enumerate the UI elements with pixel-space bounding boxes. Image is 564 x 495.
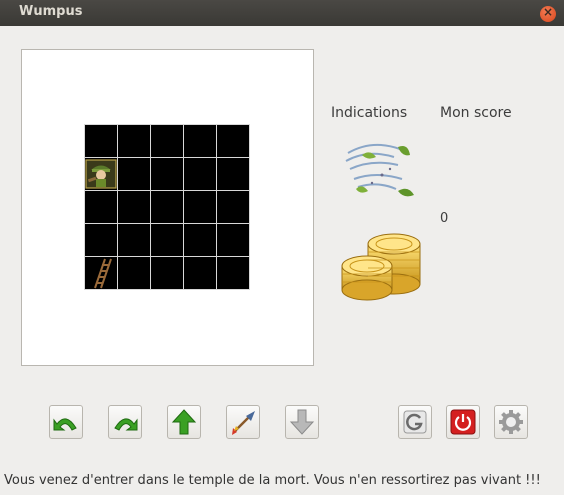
grid-cell[interactable]: [117, 223, 151, 257]
grid-cell[interactable]: [84, 190, 118, 224]
grid-cell[interactable]: [150, 190, 184, 224]
gold-coins-icon: [341, 233, 421, 301]
shoot-arrow-button[interactable]: [226, 405, 260, 439]
grid-cell[interactable]: [216, 223, 250, 257]
turn-right-button[interactable]: [108, 405, 142, 439]
grid-cell[interactable]: [150, 256, 184, 290]
score-value: 0: [440, 211, 449, 226]
grid-cell[interactable]: [216, 157, 250, 191]
title-bar: Wumpus ×: [0, 0, 564, 26]
turn-right-icon: [114, 418, 138, 431]
grid-cell[interactable]: [216, 256, 250, 290]
grid-cell[interactable]: [84, 223, 118, 257]
game-grid: [84, 124, 250, 290]
settings-button[interactable]: [494, 405, 528, 439]
arrow-up-icon: [171, 409, 197, 435]
grid-cell[interactable]: [150, 157, 184, 191]
grid-cell[interactable]: [117, 157, 151, 191]
turn-left-button[interactable]: [49, 405, 83, 439]
arrow-shoot-icon: [232, 411, 255, 435]
grid-cell[interactable]: [183, 190, 217, 224]
grid-cell[interactable]: [216, 190, 250, 224]
grid-cell[interactable]: [117, 256, 151, 290]
close-icon: ×: [542, 5, 554, 19]
wind-icon: [345, 143, 414, 197]
climb-out-button[interactable]: [285, 405, 319, 439]
ladder-icon: [94, 258, 112, 289]
grid-cell[interactable]: [183, 124, 217, 158]
grid-cell[interactable]: [183, 157, 217, 191]
grid-cell[interactable]: [150, 124, 184, 158]
gear-icon: [499, 410, 523, 434]
restart-icon: [403, 410, 427, 434]
grid-cell[interactable]: [150, 223, 184, 257]
score-label: Mon score: [440, 105, 512, 121]
indications-label: Indications: [331, 105, 408, 121]
turn-left-icon: [53, 418, 77, 431]
status-message: Vous venez d'entrer dans le temple de la…: [4, 473, 541, 488]
arrow-down-icon: [289, 409, 315, 435]
close-button[interactable]: ×: [540, 5, 556, 22]
grid-cell[interactable]: [216, 124, 250, 158]
power-icon: [450, 409, 476, 435]
grid-cell-ladder[interactable]: [84, 256, 118, 290]
grid-cell[interactable]: [183, 223, 217, 257]
grid-cell[interactable]: [117, 124, 151, 158]
move-forward-button[interactable]: [167, 405, 201, 439]
grid-cell[interactable]: [84, 124, 118, 158]
restart-button[interactable]: [398, 405, 432, 439]
grid-cell[interactable]: [117, 190, 151, 224]
grid-cell[interactable]: [183, 256, 217, 290]
hunter-icon: [85, 159, 117, 189]
grid-cell-hunter[interactable]: [84, 157, 118, 191]
quit-button[interactable]: [446, 405, 480, 439]
window-title: Wumpus: [19, 4, 83, 19]
